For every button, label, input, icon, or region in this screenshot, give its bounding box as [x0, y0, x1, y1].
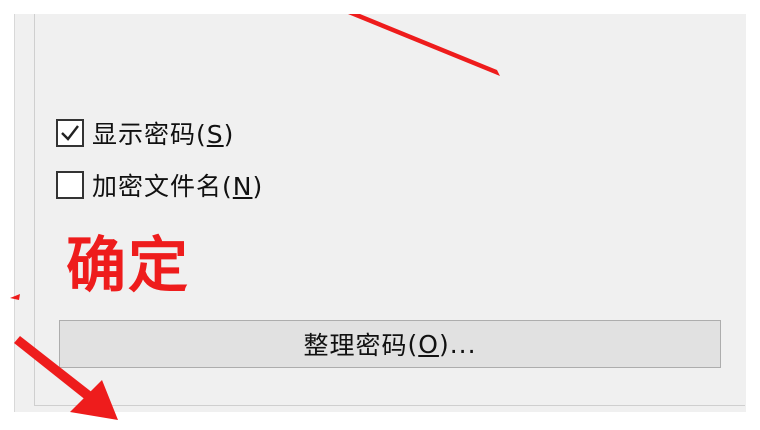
encrypt-filenames-checkbox[interactable] [56, 171, 84, 199]
show-password-checkbox[interactable] [56, 119, 84, 147]
dialog-screenshot: 显示密码(S) 加密文件名(N) 确定 整理密码(O)... [0, 0, 760, 430]
encrypt-filenames-open-paren: ( [222, 172, 233, 201]
organize-passwords-button[interactable]: 整理密码(O)... [59, 320, 721, 368]
group-border-left [34, 14, 35, 406]
show-password-text: 显示密码 [92, 120, 197, 149]
checkmark-icon [61, 125, 79, 141]
organize-passwords-mnemonic: O [418, 329, 439, 359]
show-password-mnemonic: S [206, 120, 224, 149]
encrypt-filenames-option[interactable]: 加密文件名(N) [56, 168, 263, 202]
encrypt-filenames-label: 加密文件名(N) [92, 167, 263, 203]
organize-passwords-open-paren: ( [407, 329, 419, 359]
show-password-open-paren: ( [196, 120, 207, 149]
organize-passwords-suffix: )... [438, 329, 477, 359]
encrypt-filenames-text: 加密文件名 [92, 172, 223, 201]
show-password-option[interactable]: 显示密码(S) [56, 116, 234, 150]
confirm-annotation: 确定 [66, 231, 190, 301]
group-border-bottom [34, 405, 745, 406]
encrypt-filenames-mnemonic: N [232, 172, 253, 201]
show-password-close-paren: ) [223, 120, 235, 149]
show-password-label: 显示密码(S) [92, 115, 234, 151]
organize-passwords-text: 整理密码 [303, 331, 408, 360]
encrypt-filenames-close-paren: ) [252, 172, 264, 201]
